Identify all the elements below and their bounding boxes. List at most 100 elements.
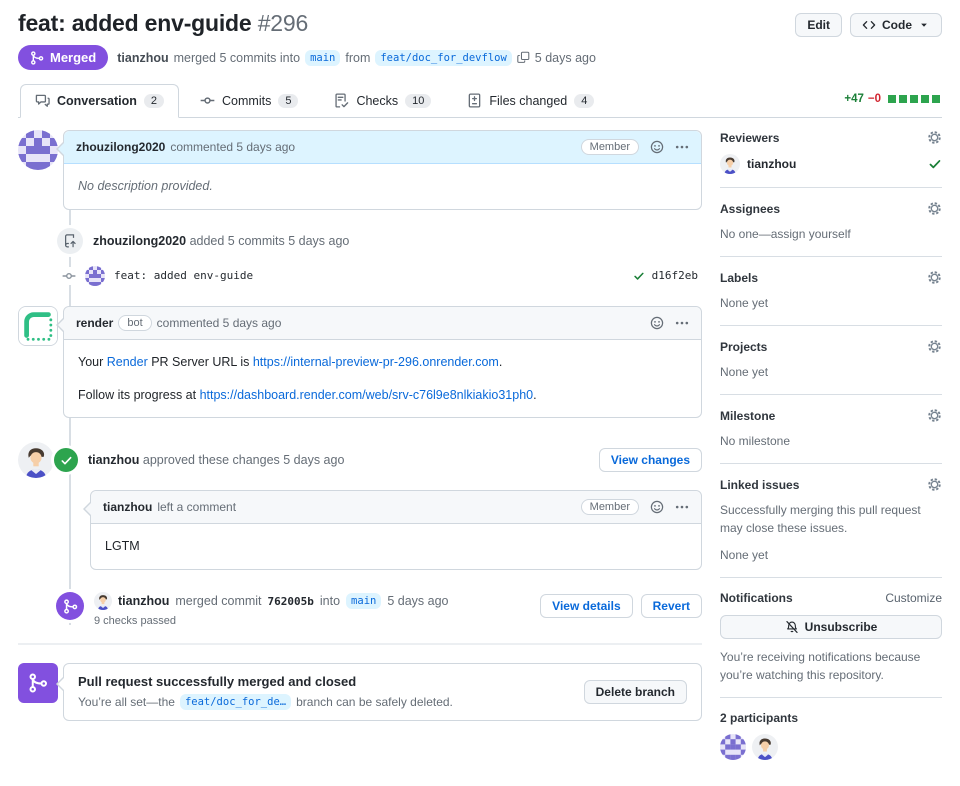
gear-icon[interactable] xyxy=(927,270,942,285)
avatar[interactable] xyxy=(94,592,112,610)
pr-number: #296 xyxy=(257,10,309,36)
member-badge: Member xyxy=(580,139,639,155)
avatar[interactable] xyxy=(85,266,105,286)
customize-link[interactable]: Customize xyxy=(885,591,942,605)
bot-badge: bot xyxy=(118,314,152,331)
gear-icon[interactable] xyxy=(927,339,942,354)
avatar[interactable] xyxy=(752,734,778,760)
emoji-icon[interactable] xyxy=(650,500,664,514)
comment-author[interactable]: render xyxy=(76,316,113,330)
edit-button[interactable]: Edit xyxy=(795,13,842,37)
member-badge: Member xyxy=(580,499,639,516)
head-branch-badge[interactable]: feat/doc_for_de… xyxy=(179,694,292,710)
git-merge-icon xyxy=(30,51,44,65)
linked-issues-empty: None yet xyxy=(720,548,769,562)
preview-url-link[interactable]: https://internal-preview-pr-296.onrender… xyxy=(253,355,499,369)
tab-counter: 4 xyxy=(574,93,595,108)
bell-slash-icon xyxy=(785,620,799,634)
tab-commits[interactable]: Commits 5 xyxy=(185,84,313,118)
projects-empty: None yet xyxy=(720,365,769,379)
avatar[interactable] xyxy=(18,130,58,170)
conversation-icon xyxy=(35,93,50,108)
pr-header: feat: added env-guide #296 Edit Code Mer… xyxy=(18,10,942,70)
comment-body: Your Render PR Server URL is https://int… xyxy=(78,354,537,402)
gear-icon[interactable] xyxy=(927,130,942,145)
unsubscribe-button[interactable]: Unsubscribe xyxy=(720,615,942,639)
pr-tabbar: Conversation 2 Commits 5 Checks 10 Files… xyxy=(18,84,942,118)
gear-icon[interactable] xyxy=(927,408,942,423)
sidebar-notifications: Notifications Customize Unsubscribe You’… xyxy=(720,591,942,698)
comment-body: LGTM xyxy=(105,539,140,554)
review-author[interactable]: tianzhou xyxy=(88,453,139,467)
commit-row: feat: added env-guide d16f2eb xyxy=(18,266,702,286)
merge-author[interactable]: tianzhou xyxy=(118,594,169,608)
base-branch-badge[interactable]: main xyxy=(346,593,382,609)
comment-body: No description provided. xyxy=(78,179,213,193)
copy-icon[interactable] xyxy=(517,51,530,64)
review-comment: tianzhou left a comment Member LGTM xyxy=(83,490,702,570)
sidebar-labels: Labels None yet xyxy=(720,270,942,326)
commit-message[interactable]: feat: added env-guide xyxy=(114,269,624,282)
assignees-empty[interactable]: No one—assign yourself xyxy=(720,225,942,243)
commit-icon xyxy=(200,93,215,108)
kebab-menu-icon[interactable] xyxy=(675,316,689,330)
merge-event: tianzhou merged commit 762005b into main… xyxy=(18,592,702,627)
reviewer-name[interactable]: tianzhou xyxy=(747,157,796,171)
milestone-empty: No milestone xyxy=(720,434,791,448)
avatar[interactable] xyxy=(18,305,58,346)
approved-check-icon xyxy=(54,448,78,473)
merged-banner: Pull request successfully merged and clo… xyxy=(18,663,702,721)
revert-button[interactable]: Revert xyxy=(640,594,702,618)
checks-passed-text[interactable]: 9 checks passed xyxy=(94,615,540,627)
timeline-divider xyxy=(18,643,702,645)
base-branch-badge[interactable]: main xyxy=(305,49,341,66)
merge-author[interactable]: tianzhou xyxy=(117,51,168,65)
banner-title: Pull request successfully merged and clo… xyxy=(78,674,357,689)
page-title: feat: added env-guide #296 xyxy=(18,10,309,36)
status-badge: Merged xyxy=(18,45,109,70)
avatar[interactable] xyxy=(720,734,746,760)
comment-render-bot: render bot commented 5 days ago Your Ren… xyxy=(18,305,702,419)
code-button[interactable]: Code xyxy=(850,13,942,37)
sidebar: Reviewers tianzhou Assignees No one—assi… xyxy=(720,130,942,786)
view-details-button[interactable]: View details xyxy=(540,594,633,618)
avatar[interactable] xyxy=(720,154,740,174)
notifications-description: You’re receiving notifications because y… xyxy=(720,650,921,682)
view-changes-button[interactable]: View changes xyxy=(598,448,702,473)
chevron-down-icon xyxy=(918,19,930,31)
git-merge-icon xyxy=(18,663,58,703)
tab-counter: 10 xyxy=(405,93,432,108)
emoji-icon[interactable] xyxy=(650,316,664,330)
render-link[interactable]: Render xyxy=(107,355,148,369)
comment-author[interactable]: tianzhou xyxy=(103,500,152,514)
additions-count: +47 xyxy=(844,93,864,105)
code-icon xyxy=(862,18,876,32)
pr-page: feat: added env-guide #296 Edit Code Mer… xyxy=(0,0,960,786)
approved-check-icon xyxy=(928,157,942,171)
tab-conversation[interactable]: Conversation 2 xyxy=(20,84,180,118)
repo-push-icon xyxy=(57,227,83,254)
checklist-icon xyxy=(334,93,349,108)
comment-author[interactable]: zhouzilong2020 xyxy=(76,140,165,154)
delete-branch-button[interactable]: Delete branch xyxy=(583,680,687,704)
tab-files-changed[interactable]: Files changed 4 xyxy=(452,84,609,118)
tab-counter: 5 xyxy=(278,93,299,108)
kebab-menu-icon[interactable] xyxy=(675,500,689,514)
comment-action: commented 5 days ago xyxy=(170,140,296,154)
review-approved-event: tianzhou approved these changes 5 days a… xyxy=(18,442,702,478)
merged-commit-sha[interactable]: 762005b xyxy=(268,595,314,608)
gear-icon[interactable] xyxy=(927,477,942,492)
diffstat-block xyxy=(888,95,896,103)
emoji-icon[interactable] xyxy=(650,140,664,154)
linked-issues-description: Successfully merging this pull request m… xyxy=(720,503,921,535)
kebab-menu-icon[interactable] xyxy=(675,140,689,154)
gear-icon[interactable] xyxy=(927,201,942,216)
avatar[interactable] xyxy=(18,442,54,478)
dashboard-url-link[interactable]: https://dashboard.render.com/web/srv-c76… xyxy=(200,388,534,402)
commit-sha[interactable]: d16f2eb xyxy=(652,269,698,282)
event-author[interactable]: zhouzilong2020 xyxy=(93,234,186,248)
tab-checks[interactable]: Checks 10 xyxy=(319,84,446,118)
deletions-count: −0 xyxy=(867,93,881,105)
check-icon[interactable] xyxy=(633,269,645,282)
head-branch-badge[interactable]: feat/doc_for_devflow xyxy=(375,49,512,66)
